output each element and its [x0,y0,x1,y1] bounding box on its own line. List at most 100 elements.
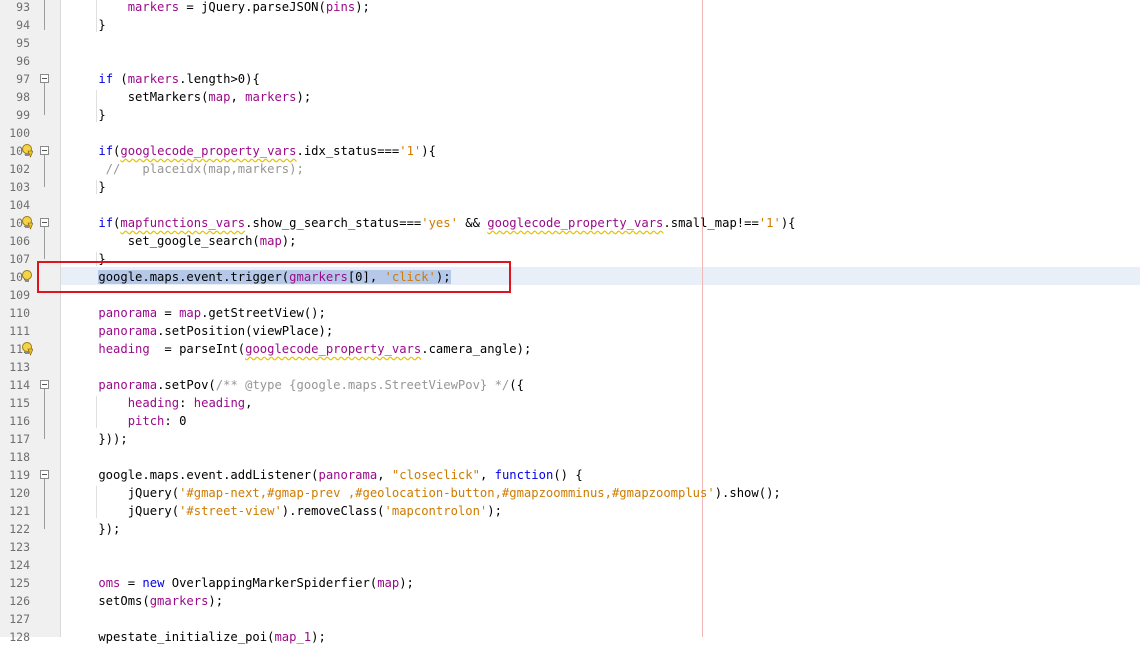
code-text: } [69,180,106,194]
code-line[interactable]: 117 })); [0,430,1140,448]
fold-toggle-icon[interactable] [40,218,49,227]
code-line[interactable]: 115 heading: heading, [0,394,1140,412]
code-line[interactable]: 112 heading = parseInt(googlecode_proper… [0,340,1140,358]
code-text: panorama = map.getStreetView(); [98,306,326,320]
fold-range-line [44,389,45,439]
code-line[interactable]: 126 setOms(gmarkers); [0,592,1140,610]
line-number: 115 [9,396,30,410]
line-number: 93 [16,0,30,14]
code-text: jQuery('#gmap-next,#gmap-prev ,#geolocat… [69,486,781,500]
code-line[interactable]: 102 // placeidx(map,markers); [0,160,1140,178]
code-text: heading = parseInt(googlecode_property_v… [98,342,532,356]
indent-guide [96,0,97,32]
code-line[interactable]: 94 } [0,16,1140,34]
code-line[interactable]: 111 panorama.setPosition(viewPlace); [0,322,1140,340]
code-text: panorama.setPov(/** @type {google.maps.S… [98,378,524,392]
line-number: 107 [9,252,30,266]
code-text: wpestate_initialize_poi(map_1); [69,630,326,644]
lightbulb-hint-icon[interactable] [21,270,33,284]
code-line[interactable]: 128 wpestate_initialize_poi(map_1); [0,628,1140,646]
fold-range-line [44,479,45,529]
code-text: } [69,108,106,122]
line-number: 117 [9,432,30,446]
line-number: 127 [9,612,30,626]
line-number: 113 [9,360,30,374]
fold-toggle-icon[interactable] [40,74,49,83]
red-annotation-box [37,261,511,293]
code-line[interactable]: 95 [0,34,1140,52]
fold-range-line [44,83,45,115]
code-line[interactable]: 119 google.maps.event.addListener(panora… [0,466,1140,484]
code-text: } [69,18,106,32]
code-line[interactable]: 104 [0,196,1140,214]
code-line[interactable]: 100 [0,124,1140,142]
fold-toggle-icon[interactable] [40,146,49,155]
fold-range-line [44,155,45,187]
indent-guide [96,396,97,428]
line-number: 103 [9,180,30,194]
lightbulb-hint-icon[interactable] [21,342,33,356]
code-text: if (markers.length>0){ [98,72,260,86]
code-text: })); [69,432,128,446]
line-number: 97 [16,72,30,86]
code-line[interactable]: 116 pitch: 0 [0,412,1140,430]
code-text: markers = jQuery.parseJSON(pins); [127,0,370,14]
line-number: 111 [9,324,30,338]
code-text: setOms(gmarkers); [69,594,224,608]
line-number: 121 [9,504,30,518]
code-text: jQuery('#street-view').removeClass('mapc… [69,504,502,518]
code-line[interactable]: 96 [0,52,1140,70]
line-number: 104 [9,198,30,212]
code-line[interactable]: 110 panorama = map.getStreetView(); [0,304,1140,322]
code-line[interactable]: 114 panorama.setPov(/** @type {google.ma… [0,376,1140,394]
code-text: }); [69,522,121,536]
code-line[interactable]: 121 jQuery('#street-view').removeClass('… [0,502,1140,520]
line-number: 100 [9,126,30,140]
code-text: oms = new OverlappingMarkerSpiderfier(ma… [98,576,414,590]
code-text: panorama.setPosition(viewPlace); [98,324,334,338]
lightbulb-hint-icon[interactable] [21,216,33,230]
code-text: if(mapfunctions_vars.show_g_search_statu… [98,216,796,230]
line-number: 102 [9,162,30,176]
indent-guide [96,486,97,518]
code-line[interactable]: 123 [0,538,1140,556]
line-number: 128 [9,630,30,644]
code-line[interactable]: 105 if(mapfunctions_vars.show_g_search_s… [0,214,1140,232]
code-line[interactable]: 106 set_google_search(map); [0,232,1140,250]
code-line[interactable]: 103 } [0,178,1140,196]
code-line[interactable]: 113 [0,358,1140,376]
code-line[interactable]: 98 setMarkers(map, markers); [0,88,1140,106]
line-number: 94 [16,18,30,32]
fold-toggle-icon[interactable] [40,470,49,479]
line-number: 119 [9,468,30,482]
line-number: 123 [9,540,30,554]
code-line[interactable]: 120 jQuery('#gmap-next,#gmap-prev ,#geol… [0,484,1140,502]
code-line[interactable]: 118 [0,448,1140,466]
line-number: 95 [16,36,30,50]
indent-guide [96,180,97,194]
code-text: setMarkers(map, markers); [69,90,312,104]
code-line[interactable]: 99 } [0,106,1140,124]
code-text: if(googlecode_property_vars.idx_status==… [98,144,436,158]
code-line[interactable]: 124 [0,556,1140,574]
code-line[interactable]: 101 if(googlecode_property_vars.idx_stat… [0,142,1140,160]
line-number: 122 [9,522,30,536]
code-text: // placeidx(map,markers); [69,162,304,176]
code-line[interactable]: 97 if (markers.length>0){ [0,70,1140,88]
line-number: 118 [9,450,30,464]
line-number: 99 [16,108,30,122]
line-number: 116 [9,414,30,428]
line-number: 124 [9,558,30,572]
line-number: 120 [9,486,30,500]
code-line[interactable]: 127 [0,610,1140,628]
code-text: pitch: 0 [127,414,187,428]
line-number: 109 [9,288,30,302]
indent-guide [96,90,97,122]
code-line[interactable]: 93 markers = jQuery.parseJSON(pins); [0,0,1140,16]
fold-range-line [44,227,45,259]
code-line[interactable]: 122 }); [0,520,1140,538]
code-line[interactable]: 125 oms = new OverlappingMarkerSpiderfie… [0,574,1140,592]
fold-toggle-icon[interactable] [40,380,49,389]
code-text: set_google_search(map); [69,234,297,248]
lightbulb-hint-icon[interactable] [21,144,33,158]
